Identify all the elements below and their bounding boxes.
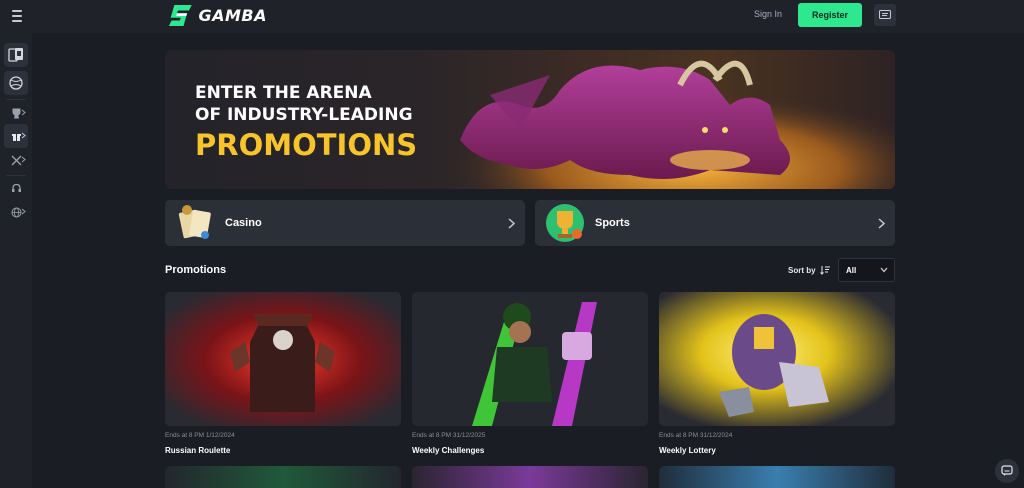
sort-icon (819, 266, 830, 275)
menu-icon[interactable] (6, 5, 28, 27)
hero-headline: ENTER THE ARENA OF INDUSTRY-LEADING PROM… (195, 82, 417, 162)
rail-pvp[interactable] (4, 148, 28, 172)
promo-card-partial[interactable] (165, 466, 401, 488)
category-sports[interactable]: Sports (535, 200, 895, 246)
promo-end-date: Ends at 8 PM 1/12/2024 (165, 432, 235, 439)
sports-ball-icon (9, 76, 23, 90)
logo-mark-icon (168, 4, 192, 27)
filter-select-value: All (846, 265, 857, 275)
promo-image (412, 292, 648, 426)
live-support-button[interactable] (995, 459, 1019, 483)
chevron-right-icon (508, 218, 515, 229)
promo-card-weekly-lottery[interactable] (659, 292, 895, 426)
promo-card-russian-roulette[interactable] (165, 292, 401, 426)
sports-trophy-icon (546, 204, 584, 242)
dragon-illustration (450, 50, 895, 189)
hero-line-2: OF INDUSTRY-LEADING (195, 105, 413, 125)
promo-card-partial[interactable] (659, 466, 895, 488)
rail-support[interactable] (4, 176, 28, 200)
rail-promotions[interactable] (4, 124, 28, 148)
rail-language[interactable] (4, 200, 28, 224)
hero-banner[interactable]: ENTER THE ARENA OF INDUSTRY-LEADING PROM… (165, 50, 895, 189)
chevron-right-icon (21, 208, 26, 215)
gift-icon (11, 133, 21, 141)
left-rail (0, 33, 32, 488)
top-bar: GAMBA Sign In Register (0, 0, 1024, 33)
rail-casino[interactable] (4, 43, 28, 67)
sort-by-label: Sort by (788, 265, 816, 275)
chevron-right-icon (21, 156, 26, 163)
casino-cards-icon (178, 205, 211, 239)
chevron-right-icon (21, 109, 26, 116)
gamba-logo[interactable]: GAMBA (167, 2, 267, 29)
category-sports-label: Sports (595, 217, 630, 229)
headset-icon (11, 183, 21, 192)
promo-image (659, 292, 895, 426)
filter-select[interactable]: All (838, 258, 895, 282)
casino-cards-icon (8, 48, 23, 62)
trophy-icon (12, 108, 20, 118)
rail-divider (6, 99, 26, 100)
promo-title-link[interactable]: Weekly Challenges (412, 446, 484, 455)
category-casino[interactable]: Casino (165, 200, 525, 246)
promo-image (165, 292, 401, 426)
category-casino-label: Casino (225, 217, 262, 229)
chevron-down-icon (880, 267, 888, 273)
hero-line-3: PROMOTIONS (195, 128, 418, 162)
promo-end-date: Ends at 8 PM 31/12/2025 (412, 432, 486, 439)
promo-card-weekly-challenges[interactable] (412, 292, 648, 426)
promo-end-date: Ends at 8 PM 31/12/2024 (659, 432, 733, 439)
globe-icon (11, 207, 21, 217)
chat-icon (879, 10, 891, 19)
chat-button[interactable] (874, 4, 896, 26)
rail-sports[interactable] (4, 71, 28, 95)
chevron-right-icon (878, 218, 885, 229)
promotions-heading: Promotions (165, 264, 227, 276)
sort-by[interactable]: Sort by (788, 265, 830, 275)
logo-text: GAMBA (198, 6, 267, 25)
sign-in-link[interactable]: Sign In (754, 9, 782, 19)
hero-line-1: ENTER THE ARENA (195, 83, 372, 103)
rail-trophy[interactable] (4, 101, 28, 125)
promo-title-link[interactable]: Russian Roulette (165, 446, 230, 455)
register-button[interactable]: Register (798, 3, 862, 27)
swords-icon (11, 155, 21, 165)
message-icon (1001, 465, 1013, 476)
promo-card-partial[interactable] (412, 466, 648, 488)
promo-title-link[interactable]: Weekly Lottery (659, 446, 716, 455)
chevron-right-icon (21, 132, 26, 139)
